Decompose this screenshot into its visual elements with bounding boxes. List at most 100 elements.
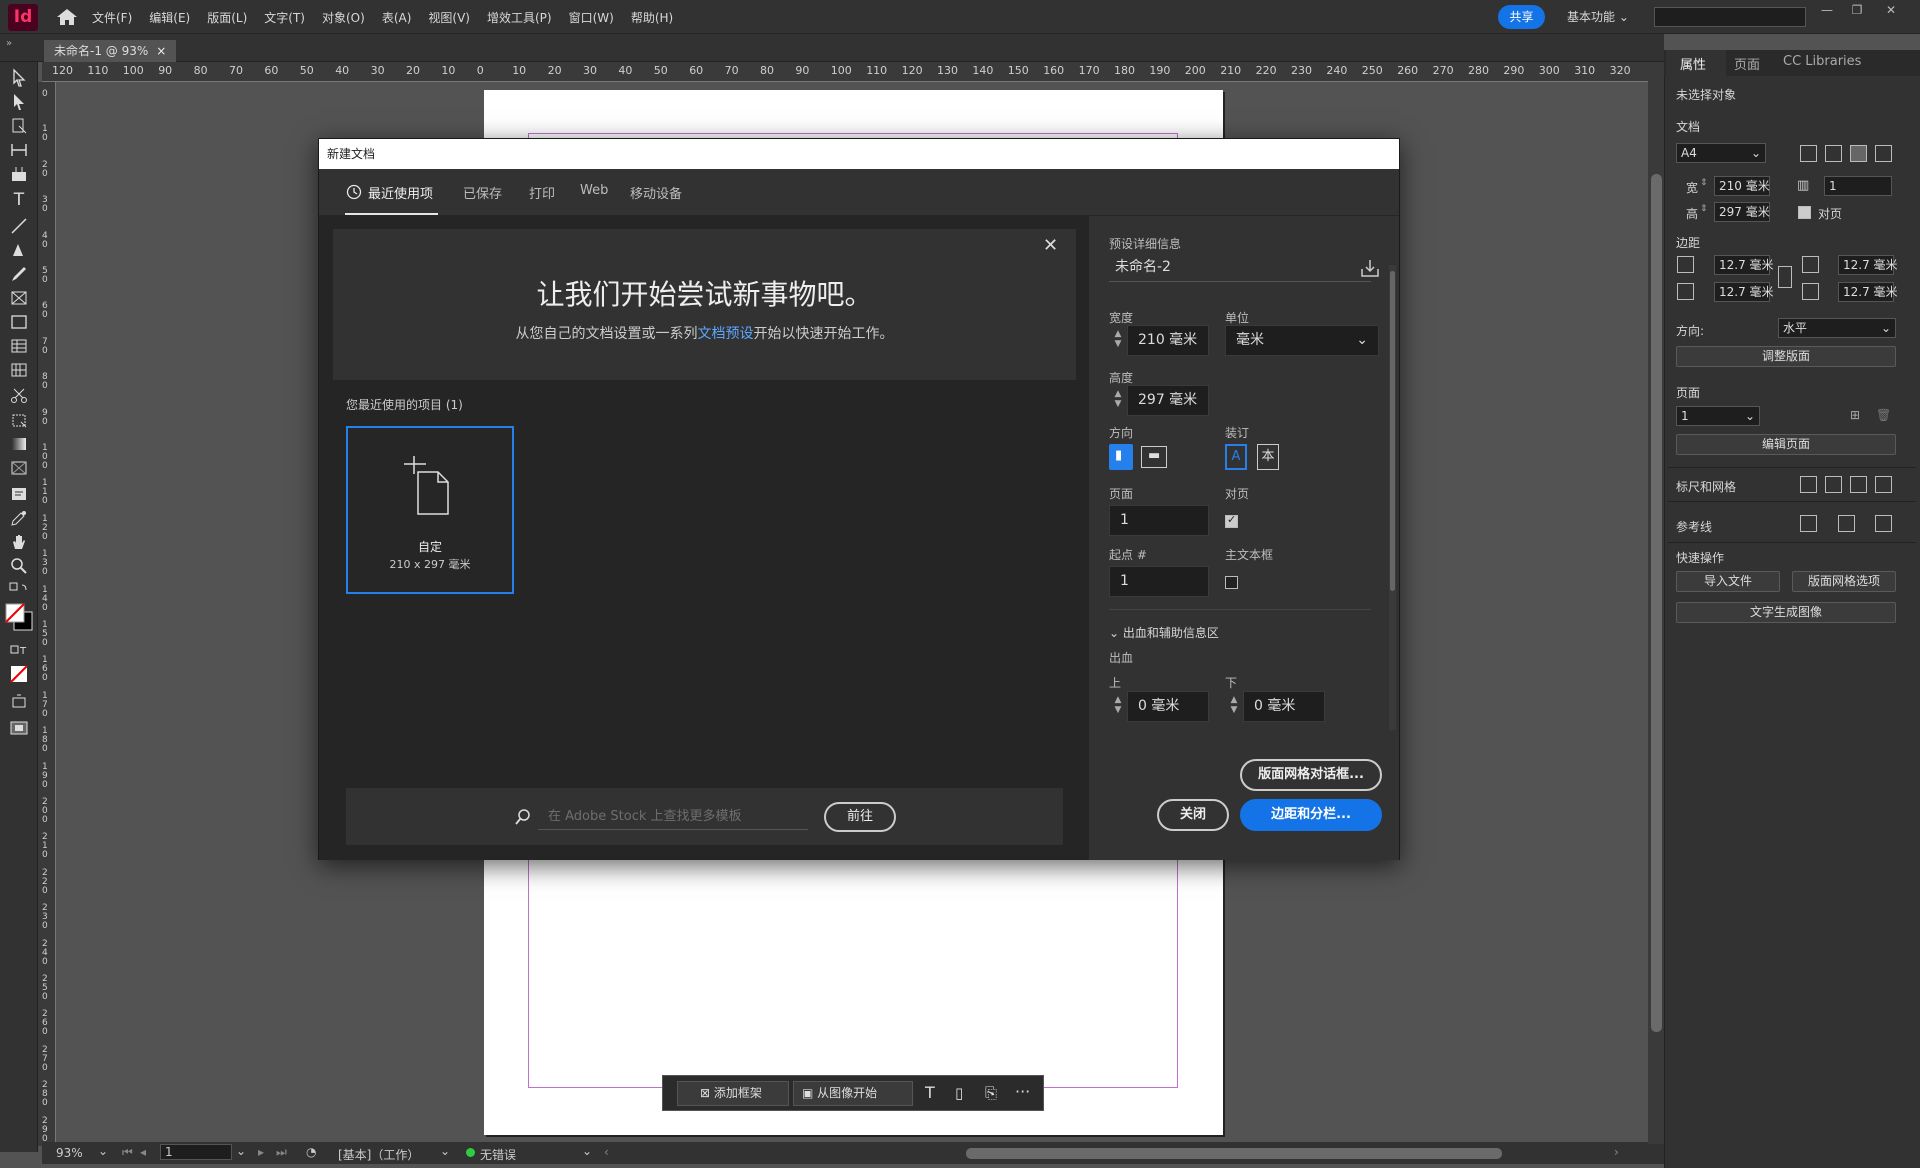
lock-guides-icon[interactable] bbox=[1875, 515, 1892, 532]
add-frame-button[interactable]: ⊠ 添加框架 bbox=[677, 1081, 789, 1106]
menu-edit[interactable]: 编辑(E) bbox=[149, 9, 190, 26]
save-preset-icon[interactable] bbox=[1359, 257, 1381, 279]
fill-stroke-swatch-icon[interactable] bbox=[4, 602, 34, 632]
page-settings-icon[interactable]: ⎘ bbox=[985, 1084, 997, 1102]
margin-right-field[interactable]: 12.7 毫米 bbox=[1838, 282, 1898, 302]
scroll-left-icon[interactable]: ‹ bbox=[604, 1145, 609, 1159]
stepper-icon[interactable]: ⇕ bbox=[1700, 204, 1708, 214]
restore-icon[interactable]: ❐ bbox=[1846, 3, 1868, 21]
text-to-image-button[interactable]: 文字生成图像 bbox=[1676, 602, 1896, 623]
share-button[interactable]: 共享 bbox=[1498, 5, 1545, 29]
link-margins-icon[interactable] bbox=[1778, 266, 1792, 288]
home-icon[interactable] bbox=[56, 8, 78, 26]
vertical-ruler[interactable]: 0 1 0 2 0 3 0 4 0 5 0 6 0 7 0 8 0 9 0 1 0 0 1 1 0 1 … bbox=[38, 82, 56, 1146]
bleed-top-field[interactable]: 0 毫米 bbox=[1127, 691, 1209, 722]
selection-tool-icon[interactable] bbox=[9, 68, 29, 88]
next-page-icon[interactable]: ▸ bbox=[258, 1145, 264, 1159]
ruler-icon[interactable] bbox=[1800, 476, 1817, 493]
margins-columns-button[interactable]: 边距和分栏... bbox=[1240, 799, 1382, 831]
unit-select[interactable]: 毫米 ⌄ bbox=[1225, 325, 1379, 356]
recent-item-card[interactable]: 自定 210 x 297 毫米 bbox=[346, 426, 514, 594]
smart-guides-icon[interactable] bbox=[1838, 515, 1855, 532]
prev-page-icon[interactable]: ◂ bbox=[140, 1145, 146, 1159]
text-frame-icon[interactable] bbox=[1800, 145, 1817, 162]
bleed-section-toggle[interactable]: ⌄ 出血和辅助信息区 bbox=[1109, 624, 1219, 641]
default-colors-icon[interactable] bbox=[9, 582, 29, 602]
document-name-field[interactable]: 未命名-2 bbox=[1109, 252, 1371, 282]
menu-type[interactable]: 文字(T) bbox=[264, 9, 305, 26]
workspace-switcher[interactable]: 基本功能 ⌄ bbox=[1567, 8, 1629, 25]
height-field[interactable]: 297 毫米 bbox=[1127, 385, 1209, 416]
tab-recent[interactable]: 最近使用项 bbox=[368, 183, 433, 202]
landscape-button[interactable]: ▬ bbox=[1141, 446, 1167, 468]
layout-grid-dialog-button[interactable]: 版面网格对话框... bbox=[1240, 759, 1382, 791]
details-scrollbar-thumb[interactable] bbox=[1390, 271, 1395, 591]
gap-tool-icon[interactable] bbox=[9, 140, 29, 160]
document-presets-link[interactable]: 文档预设 bbox=[698, 326, 754, 342]
pages-field[interactable]: 1 bbox=[1109, 505, 1209, 536]
rectangle-frame-tool-icon[interactable] bbox=[9, 288, 29, 308]
stepper-icon[interactable]: ⇕ bbox=[1700, 178, 1708, 188]
baseline-grid-icon[interactable] bbox=[1825, 476, 1842, 493]
screen-mode-icon[interactable] bbox=[9, 692, 29, 712]
formatting-container-icon[interactable]: T bbox=[9, 640, 29, 660]
preset-select[interactable]: A4 ⌄ bbox=[1676, 143, 1766, 163]
tab-pages[interactable]: 页面 bbox=[1734, 54, 1760, 73]
tab-saved[interactable]: 已保存 bbox=[463, 183, 502, 202]
line-tool-icon[interactable] bbox=[9, 216, 29, 236]
facing-pages-checkbox[interactable]: ✓ bbox=[1225, 513, 1238, 528]
preflight-status[interactable]: 无错误 bbox=[480, 1146, 516, 1163]
apply-none-icon[interactable] bbox=[9, 664, 29, 684]
left-binding-icon[interactable]: A bbox=[1225, 444, 1247, 470]
binding-icon[interactable] bbox=[1825, 145, 1842, 162]
facing-pages-checkbox[interactable] bbox=[1798, 206, 1811, 219]
menu-object[interactable]: 对象(O) bbox=[322, 9, 365, 26]
chevron-down-icon[interactable]: ⌄ bbox=[440, 1144, 450, 1158]
guides-icon[interactable] bbox=[1800, 515, 1817, 532]
type-icon[interactable]: T bbox=[925, 1083, 935, 1102]
tab-print[interactable]: 打印 bbox=[529, 183, 555, 202]
menu-view[interactable]: 视图(V) bbox=[428, 9, 470, 26]
layout-grid-options-button[interactable]: 版面网格选项 bbox=[1792, 571, 1896, 592]
rectangle-tool-icon[interactable] bbox=[9, 312, 29, 332]
layout-grid-icon[interactable] bbox=[1875, 476, 1892, 493]
margin-left-field[interactable]: 12.7 毫米 bbox=[1838, 255, 1898, 275]
direct-selection-tool-icon[interactable] bbox=[9, 92, 29, 112]
type-tool-icon[interactable]: T bbox=[9, 190, 29, 210]
chevron-down-icon[interactable]: ⌄ bbox=[582, 1144, 592, 1158]
tab-mobile[interactable]: 移动设备 bbox=[630, 183, 682, 202]
menu-help[interactable]: 帮助(H) bbox=[631, 9, 673, 26]
zoom-level[interactable]: 93% bbox=[56, 1146, 83, 1160]
portrait-icon[interactable] bbox=[1850, 145, 1867, 162]
width-stepper-icon[interactable]: ▲ ▼ bbox=[1111, 329, 1125, 349]
menu-file[interactable]: 文件(F) bbox=[92, 9, 132, 26]
document-tab[interactable]: 未命名-1 @ 93% × bbox=[44, 40, 177, 62]
preview-mode-icon[interactable] bbox=[9, 718, 29, 738]
gradient-tool-icon[interactable] bbox=[9, 434, 29, 454]
table-tool-icon[interactable] bbox=[9, 336, 29, 356]
chevron-down-icon[interactable]: ⌄ bbox=[98, 1144, 108, 1158]
chevron-down-icon[interactable]: ⌄ bbox=[236, 1144, 246, 1158]
close-banner-icon[interactable]: ✕ bbox=[1043, 235, 1058, 256]
bleed-top-stepper-icon[interactable]: ▲ ▼ bbox=[1111, 695, 1125, 715]
scroll-right-icon[interactable]: › bbox=[1614, 1145, 1619, 1159]
stock-search-input[interactable]: 在 Adobe Stock 上查找更多模板 bbox=[538, 804, 808, 830]
grid-tool-icon[interactable] bbox=[9, 360, 29, 380]
right-binding-icon[interactable]: 本 bbox=[1257, 444, 1279, 470]
close-window-icon[interactable]: ✕ bbox=[1880, 3, 1902, 21]
start-from-image-button[interactable]: ▣ 从图像开始 bbox=[793, 1081, 913, 1106]
close-button[interactable]: 关闭 bbox=[1157, 799, 1229, 831]
page-select[interactable]: 1 ⌄ bbox=[1676, 406, 1760, 426]
horizontal-ruler[interactable]: 120 110 100 90 80 70 60 50 40 30 20 10 0 10 20 30 40 50 60… bbox=[42, 62, 1648, 82]
pages-count-field[interactable]: 1 bbox=[1824, 176, 1892, 196]
menu-layout[interactable]: 版面(L) bbox=[207, 9, 247, 26]
margin-top-field[interactable]: 12.7 毫米 bbox=[1714, 255, 1774, 275]
import-file-button[interactable]: 导入文件 bbox=[1676, 571, 1780, 592]
content-collector-icon[interactable] bbox=[9, 164, 29, 184]
pen-tool-icon[interactable] bbox=[9, 240, 29, 260]
style-mode[interactable]: [基本]（工作） bbox=[338, 1146, 419, 1163]
start-page-field[interactable]: 1 bbox=[1109, 566, 1209, 597]
free-transform-tool-icon[interactable] bbox=[9, 410, 29, 430]
menu-table[interactable]: 表(A) bbox=[382, 9, 412, 26]
tab-cc-libraries[interactable]: CC Libraries bbox=[1783, 54, 1861, 69]
